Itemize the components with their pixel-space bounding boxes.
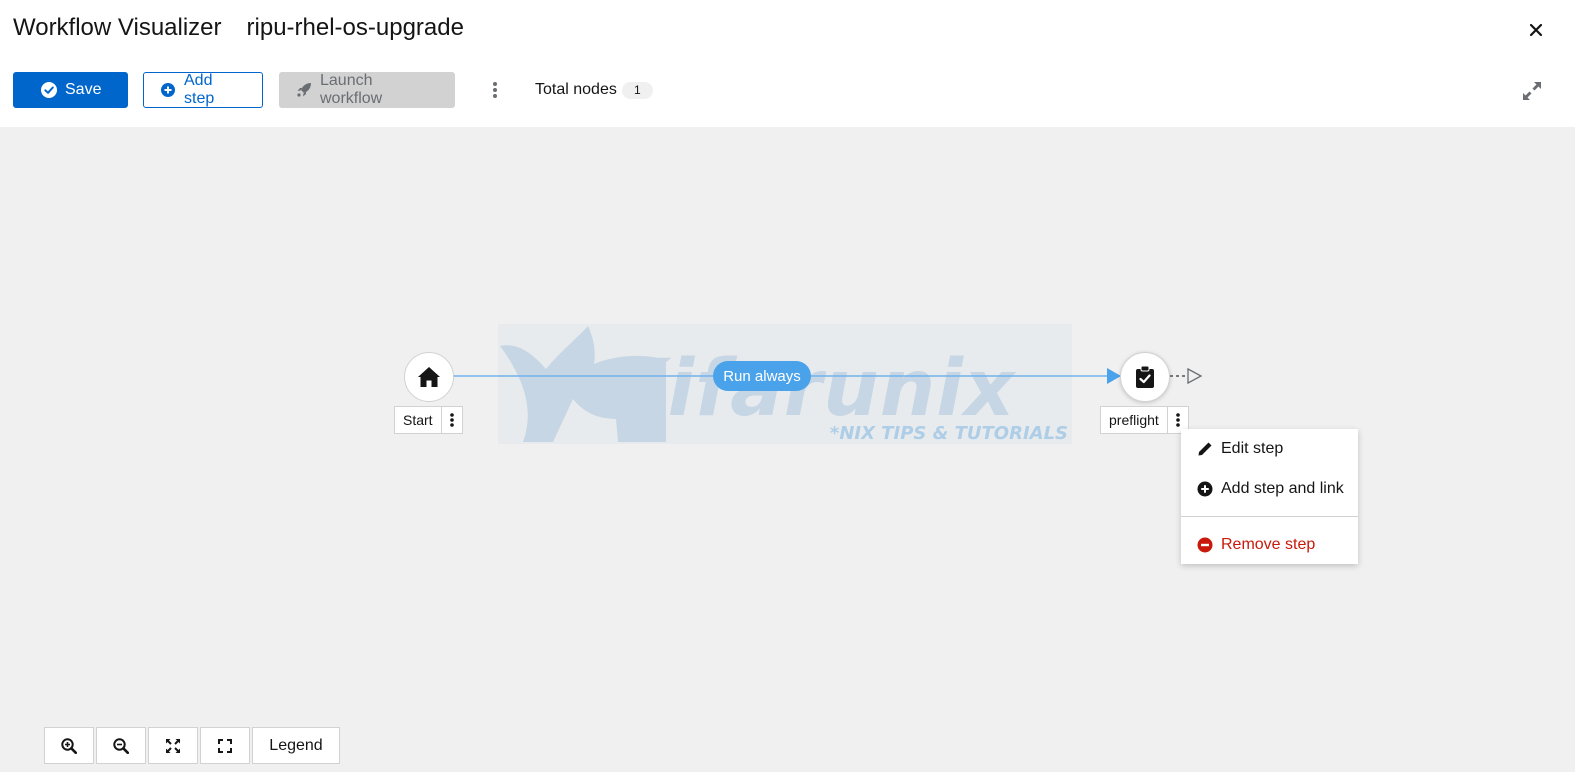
kebab-icon — [1176, 413, 1180, 427]
total-nodes-badge: 1 — [621, 81, 653, 99]
legend-button[interactable]: Legend — [252, 727, 340, 764]
start-node[interactable] — [404, 352, 454, 402]
run-always-link-label[interactable]: Run always — [713, 361, 811, 391]
plus-circle-icon — [160, 82, 176, 98]
launch-workflow-button[interactable]: Launch workflow — [279, 72, 455, 108]
title-row: Workflow Visualizer ripu-rhel-os-upgrade — [13, 12, 464, 44]
close-button[interactable] — [1524, 18, 1548, 42]
menu-item-add-step-and-link[interactable]: Add step and link — [1181, 471, 1358, 507]
zoom-out-icon — [113, 737, 129, 754]
kebab-icon — [449, 413, 454, 427]
remove-step-label: Remove step — [1221, 536, 1316, 553]
total-nodes-label: Total nodes — [535, 81, 617, 98]
watermark-brand: Kifarunix — [606, 344, 1016, 434]
preflight-node[interactable] — [1120, 352, 1170, 402]
toolbar: Save Add step Launch workflow Total node… — [13, 72, 653, 108]
visualizer-header: Workflow Visualizer ripu-rhel-os-upgrade… — [0, 0, 1575, 127]
launch-workflow-label: Launch workflow — [320, 72, 383, 107]
preflight-node-label: preflight — [1100, 406, 1189, 434]
edit-step-label: Edit step — [1221, 440, 1284, 457]
watermark-tagline: *NIX TIPS & TUTORIALS — [829, 423, 1068, 444]
zoom-out-button[interactable] — [96, 727, 146, 764]
page-title: Workflow Visualizer — [13, 14, 222, 41]
zoom-controls: Legend — [44, 727, 342, 764]
rocket-icon — [296, 82, 312, 98]
clipboard-check-icon — [1136, 365, 1154, 388]
node-context-menu: Edit step Add step and link Remove step — [1181, 429, 1358, 564]
start-node-label: Start — [394, 406, 463, 434]
add-step-label: Add step — [184, 72, 215, 107]
expand-frame-icon — [218, 738, 232, 753]
save-label: Save — [65, 81, 102, 98]
add-step-and-link-label: Add step and link — [1221, 480, 1344, 497]
menu-divider — [1181, 516, 1358, 517]
reset-zoom-button[interactable] — [200, 727, 250, 764]
fit-to-screen-button[interactable] — [148, 727, 198, 764]
preflight-label[interactable]: preflight — [1101, 407, 1168, 433]
more-actions-kebab[interactable] — [485, 72, 505, 108]
zoom-in-button[interactable] — [44, 727, 94, 764]
zoom-in-icon — [61, 737, 77, 754]
menu-item-remove-step[interactable]: Remove step — [1181, 527, 1358, 563]
save-button[interactable]: Save — [13, 72, 128, 108]
add-step-button[interactable]: Add step — [143, 72, 263, 108]
expand-icon — [1523, 82, 1541, 100]
arrows-alt-icon — [165, 738, 181, 753]
close-icon — [1529, 23, 1543, 37]
plus-circle-icon — [1197, 481, 1213, 497]
start-node-kebab[interactable] — [442, 407, 462, 433]
check-circle-icon — [41, 82, 57, 98]
menu-item-edit-step[interactable]: Edit step — [1181, 431, 1358, 467]
total-nodes: Total nodes 1 — [535, 81, 653, 99]
kebab-icon — [493, 82, 497, 98]
pencil-icon — [1197, 441, 1213, 457]
fullscreen-button[interactable] — [1520, 79, 1544, 103]
workflow-name: ripu-rhel-os-upgrade — [246, 14, 464, 41]
minus-circle-icon — [1197, 537, 1213, 553]
start-label[interactable]: Start — [395, 407, 442, 433]
home-icon — [418, 367, 440, 387]
